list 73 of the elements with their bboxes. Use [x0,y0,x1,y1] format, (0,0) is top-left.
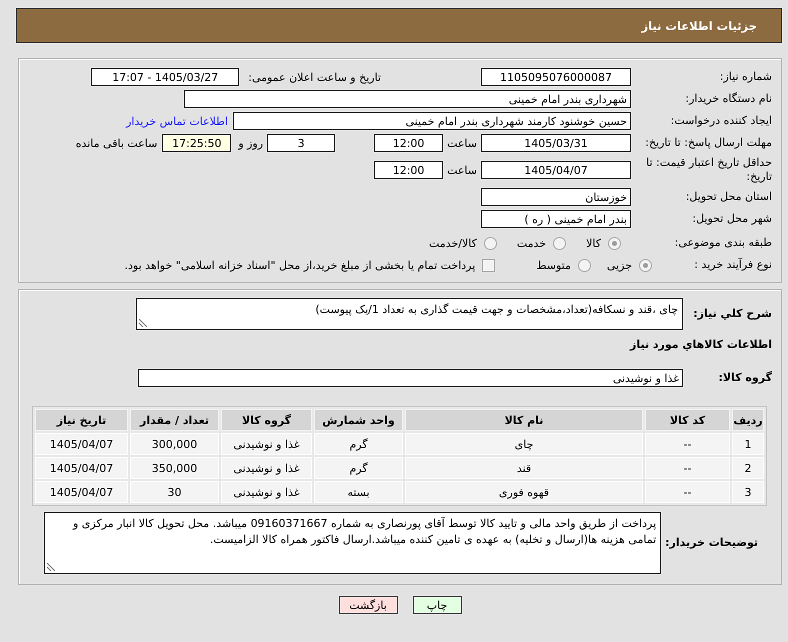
field-label: ایجاد کننده درخواست: [670,114,772,128]
radio-option[interactable]: کالا/خدمت [429,236,497,250]
date-field[interactable]: 1405/04/07 [481,161,631,179]
page-title: جزئیات اطلاعات نیاز [641,18,757,32]
goods-group-field[interactable]: غذا و نوشیدنی [138,369,683,387]
field-label: تاریخ و ساعت اعلان عمومی: [248,70,381,84]
table-cell: غذا و نوشیدنی [221,433,312,455]
table-cell: قهوه فوری [405,481,643,503]
field-label: شماره نیاز: [718,70,772,84]
column-header: نام کالا [405,409,643,431]
column-header: واحد شمارش [314,409,403,431]
field-label: طبقه بندی موضوعی: [674,236,772,250]
announcement-date-field[interactable]: 1405/03/27 - 17:07 [91,68,240,86]
city-field[interactable]: بندر امام خمینی ( ره ) [481,210,631,228]
field-label: مهلت ارسال پاسخ: تا تاریخ: [644,136,772,150]
radio-option[interactable]: متوسط [536,258,591,272]
column-header: ردیف [732,409,764,431]
field-label: شرح کلي نیاز: [692,307,772,321]
table-cell: غذا و نوشیدنی [221,481,312,503]
table-cell: -- [645,457,730,479]
resize-grip-icon[interactable] [47,563,56,571]
table-cell: 3 [732,481,764,503]
need-number-field[interactable]: 1105095076000087 [481,68,631,86]
table-cell: گرم [314,457,403,479]
section-heading: اطلاعات کالاهاي مورد نیاز [630,338,772,352]
field-label: ساعت باقی مانده [76,136,158,150]
province-field[interactable]: خوزستان [481,188,631,206]
table-cell: گرم [314,433,403,455]
column-header: تعداد / مقدار [130,409,219,431]
table-cell: غذا و نوشیدنی [221,457,312,479]
field-label: نوع فرآیند خرید : [693,258,772,272]
table-cell: 30 [130,481,219,503]
field-label: توضیحات خریدار: [665,536,758,550]
resize-grip-icon[interactable] [139,319,147,327]
table-cell: 1405/04/07 [35,457,128,479]
table-cell: 1 [732,433,764,455]
table-cell: 350,000 [130,457,219,479]
date-field[interactable]: 1405/03/31 [481,134,631,152]
table-cell: -- [645,481,730,503]
requester-field[interactable]: حسین خوشنود کارمند شهرداری بندر امام خمینی [233,112,631,130]
field-label: نام دستگاه خریدار: [684,92,772,106]
field-label: حداقل تاریخ اعتبار قیمت: تا تاریخ: [645,156,772,184]
contact-link[interactable]: اطلاعات تماس خریدار [126,114,228,128]
time-field[interactable]: 12:00 [374,134,444,152]
field-label: ساعت [447,136,477,150]
table-cell: چای [405,433,643,455]
buyer-notes-text-area[interactable]: پرداخت از طریق واحد مالی و تایید کالا توسط آقای پورنصاری به شماره 09160371667 میباشد. محل تحویل کالا انبار مرکزی و تمامی هزینه ها(ارسال و تخلیه) به عهده ی تامین کننده میباشد.ارسال فاکتور همراه کالا الزامیست. [44,512,662,574]
field-label: شهر محل تحویل: [691,212,772,226]
checkbox-option[interactable]: پرداخت تمام یا بخشی از مبلغ خرید،از محل "اسناد خزانه اسلامی" خواهد بود. [124,258,496,272]
field-label: ساعت [447,164,477,176]
table-cell: 300,000 [130,433,219,455]
table-cell: بسته [314,481,403,503]
table-cell: 1405/04/07 [35,481,128,503]
field-label: گروه کالا: [717,371,772,385]
back-button[interactable]: بازگشت [338,596,398,614]
table-cell: -- [645,433,730,455]
radio-option[interactable]: خدمت [516,236,566,250]
radio-option[interactable]: جزیی [606,258,652,272]
column-header: تاریخ نیاز [35,409,128,431]
summary-text-area[interactable]: چای ،قند و نسکافه(تعداد،مشخصات و جهت قیمت گذاری به تعداد 1/یک پیوست) [136,298,683,330]
column-header: کد کالا [645,409,730,431]
remaining-time-field[interactable]: 17:25:50 [162,134,232,152]
time-field[interactable]: 12:00 [374,161,444,179]
field-label: استان محل تحویل: [684,190,772,204]
table-cell: 2 [732,457,764,479]
days-field[interactable]: 3 [267,134,336,152]
radio-option[interactable]: کالا [586,236,621,250]
buyer-organization-field[interactable]: شهرداری بندر امام خمینی [184,90,631,108]
table-cell: قند [405,457,643,479]
field-label: روز و [238,136,264,150]
print-button[interactable]: چاپ [412,596,462,614]
column-header: گروه کالا [221,409,312,431]
table-cell: 1405/04/07 [35,433,128,455]
